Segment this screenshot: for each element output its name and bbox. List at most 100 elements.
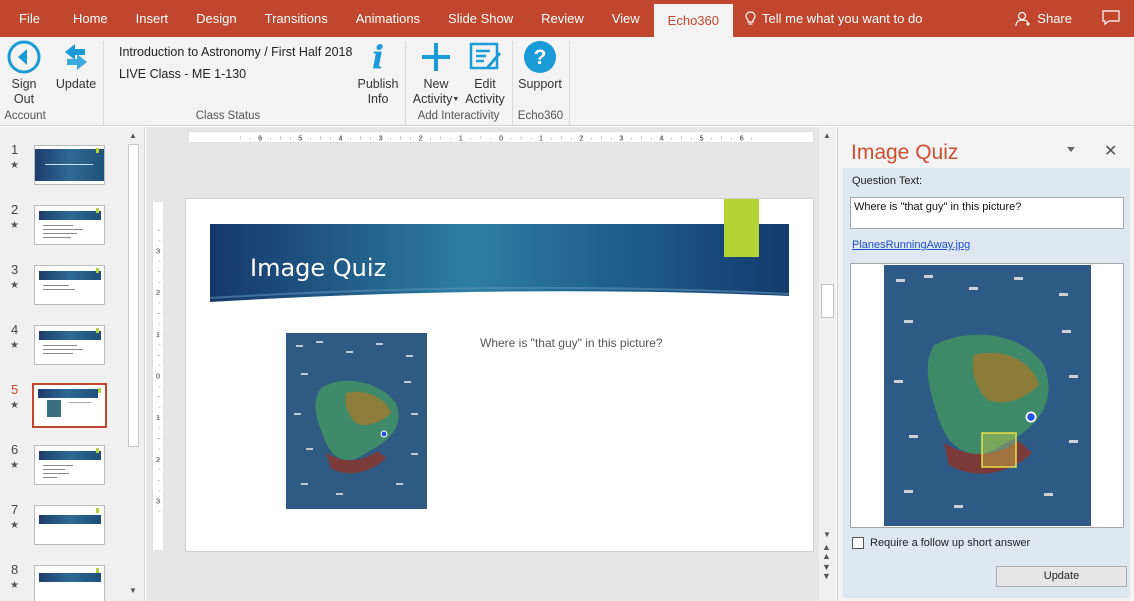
sign-out-button[interactable]: Sign Out <box>5 39 43 107</box>
star-icon: ★ <box>10 400 19 411</box>
slide-number: 6 <box>11 442 19 457</box>
thumbnail-scrollbar[interactable]: ▲ ▼ <box>125 127 142 601</box>
tab-review[interactable]: Review <box>527 0 598 37</box>
ruler-label: 0 <box>499 133 503 142</box>
ruler-label: 1 <box>459 133 463 142</box>
slide-thumbnail[interactable]: 8 ★ <box>0 547 125 601</box>
slide-thumbnail[interactable]: 4 ★ <box>0 307 125 367</box>
ruler-label: 3 <box>156 247 160 256</box>
slide-thumbnail[interactable]: 3 ★ <box>0 247 125 307</box>
quiz-image[interactable] <box>286 333 427 509</box>
slide-canvas[interactable]: Image Quiz Where is "that guy" in this p… <box>185 198 814 552</box>
tab-view[interactable]: View <box>598 0 654 37</box>
echo-marker-tag <box>724 199 759 257</box>
close-icon[interactable]: ✕ <box>1104 141 1117 161</box>
edit-activity-label-2: Activity <box>465 92 505 106</box>
sign-out-label-2: Out <box>13 92 35 106</box>
ruler-label: 2 <box>579 133 583 142</box>
star-icon: ★ <box>10 580 19 591</box>
sync-icon <box>58 39 94 75</box>
scroll-down-icon[interactable]: ▼ <box>823 530 831 539</box>
scrollbar-thumb[interactable] <box>821 284 834 318</box>
tab-home[interactable]: Home <box>59 0 122 37</box>
group-label-class-status: Class Status <box>195 110 261 122</box>
svg-text:?: ? <box>534 46 547 69</box>
ruler-label: 2 <box>156 455 160 464</box>
publish-label-2: Info <box>367 92 389 106</box>
slide-thumbnail[interactable]: 6 ★ <box>0 427 125 487</box>
slide-thumbnail-pane[interactable]: 1 ★ 2 ★ 3 ★ 4 ★ 5 ★ 6 ★ 7 ★ 8 ★ ▲ ▼ <box>0 127 145 601</box>
horizontal-ruler[interactable]: 6 5 4 3 2 1 0 1 2 3 4 5 6 <box>188 131 814 143</box>
share-button[interactable]: Share <box>1015 0 1072 37</box>
group-label-add-interactivity: Add Interactivity <box>417 110 500 122</box>
edit-list-icon <box>467 39 503 75</box>
new-activity-label-2: Activity▼ <box>412 92 460 106</box>
tell-me-box[interactable]: Tell me what you want to do <box>733 11 922 26</box>
ruler-label: 4 <box>659 133 663 142</box>
followup-label: Require a follow up short answer <box>870 537 1031 549</box>
ruler-label: 1 <box>156 413 160 422</box>
followup-checkbox[interactable] <box>852 537 864 549</box>
slide-thumbnail-active[interactable]: 5 ★ <box>0 367 125 428</box>
update-button[interactable]: Update <box>996 566 1127 587</box>
pane-title: Image Quiz <box>851 141 959 164</box>
tab-animations[interactable]: Animations <box>342 0 434 37</box>
next-slide-icon[interactable]: ▼ ▼ <box>822 563 831 581</box>
update-ribbon-button[interactable]: Update <box>55 39 97 92</box>
scroll-up-icon[interactable]: ▲ <box>129 131 137 140</box>
slide-preview <box>34 325 105 365</box>
slide-number: 2 <box>11 202 19 217</box>
comment-icon[interactable] <box>1102 10 1120 25</box>
support-label: Support <box>518 77 562 91</box>
update-ribbon-label: Update <box>55 77 97 91</box>
slide-question-text[interactable]: Where is "that guy" in this picture? <box>480 336 663 350</box>
editor-scrollbar[interactable]: ▲ ▼ ▲ ▲ ▼ ▼ <box>819 127 836 601</box>
tab-design[interactable]: Design <box>182 0 250 37</box>
scrollbar-thumb[interactable] <box>128 144 139 447</box>
publish-info-button[interactable]: i Publish Info <box>356 39 400 107</box>
scroll-up-icon[interactable]: ▲ <box>823 131 831 140</box>
question-text-label: Question Text: <box>852 175 923 187</box>
ruler-label: 5 <box>298 133 302 142</box>
tab-transitions[interactable]: Transitions <box>251 0 342 37</box>
group-label-account: Account <box>4 110 46 122</box>
slide-number: 4 <box>11 322 19 337</box>
scroll-down-icon[interactable]: ▼ <box>129 586 137 595</box>
slide-title[interactable]: Image Quiz <box>250 254 386 282</box>
slide-preview <box>34 265 105 305</box>
edit-activity-button[interactable]: Edit Activity <box>463 39 507 107</box>
slide-editor[interactable]: 6543210123456 3210123 Image Quiz Where i… <box>146 127 836 601</box>
group-label-echo360: Echo360 <box>517 110 564 122</box>
slide-preview <box>34 565 105 601</box>
pane-options-icon[interactable] <box>1067 147 1075 152</box>
ruler-label: 1 <box>539 133 543 142</box>
ruler-label: 2 <box>156 288 160 297</box>
previous-slide-icon[interactable]: ▲ ▲ <box>822 543 831 561</box>
ruler-label: 0 <box>156 372 160 381</box>
slide-thumbnail[interactable]: 1 ★ <box>0 127 125 187</box>
question-text-field[interactable]: Where is "that guy" in this picture? <box>850 197 1124 229</box>
star-icon: ★ <box>10 520 19 531</box>
new-activity-button[interactable]: New Activity▼ <box>411 39 461 107</box>
followup-option[interactable]: Require a follow up short answer <box>852 537 1030 549</box>
group-separator <box>569 41 570 125</box>
slide-preview <box>34 205 105 245</box>
vertical-ruler[interactable]: 3 2 1 0 1 2 3 <box>152 201 164 551</box>
ruler-label: 2 <box>419 133 423 142</box>
image-quiz-pane: Image Quiz ✕ Question Text: Where is "th… <box>837 127 1134 601</box>
star-icon: ★ <box>10 340 19 351</box>
quiz-image-preview[interactable] <box>850 263 1124 528</box>
slide-thumbnail[interactable]: 7 ★ <box>0 487 125 547</box>
tab-file[interactable]: File <box>0 0 59 37</box>
slide-thumbnail[interactable]: 2 ★ <box>0 187 125 247</box>
info-icon: i <box>371 38 385 76</box>
tab-echo360[interactable]: Echo360 <box>653 4 733 37</box>
quiz-image-large[interactable] <box>884 265 1091 526</box>
support-button[interactable]: ? Support <box>516 39 564 92</box>
tab-slide-show[interactable]: Slide Show <box>434 0 527 37</box>
tab-insert[interactable]: Insert <box>122 0 183 37</box>
ruler-label: 1 <box>156 330 160 339</box>
image-file-link[interactable]: PlanesRunningAway.jpg <box>852 239 970 251</box>
star-icon: ★ <box>10 460 19 471</box>
class-section: LIVE Class - ME 1-130 <box>119 67 247 81</box>
